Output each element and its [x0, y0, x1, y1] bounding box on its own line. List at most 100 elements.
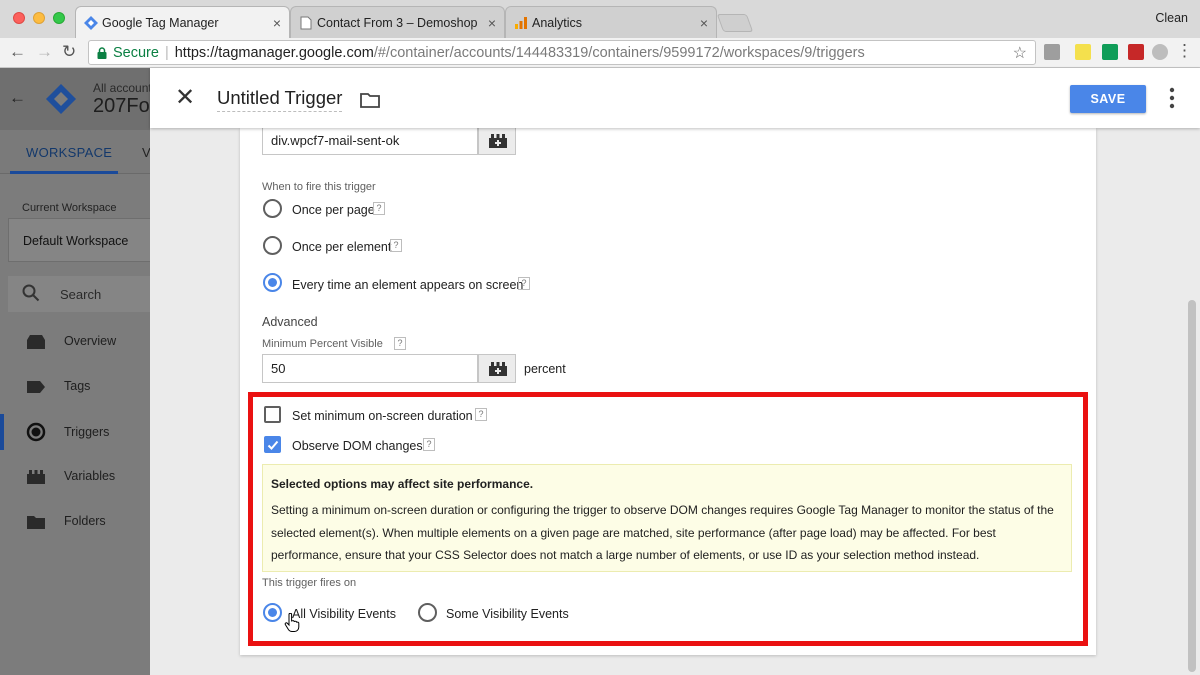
- radio-every-time-element-appears[interactable]: [263, 273, 282, 292]
- gtm-favicon: [84, 16, 98, 30]
- sidebar-item-variables[interactable]: Variables: [0, 462, 150, 492]
- window-close-button[interactable]: [13, 12, 25, 24]
- search-box[interactable]: Search: [8, 276, 158, 312]
- variable-picker-button[interactable]: [478, 126, 516, 155]
- trigger-editor-header: ✕ Untitled Trigger SAVE: [150, 68, 1200, 128]
- help-icon[interactable]: ?: [373, 202, 385, 215]
- folder-icon[interactable]: [360, 92, 380, 108]
- back-arrow-icon[interactable]: ←: [9, 42, 26, 62]
- css-selector-input[interactable]: [262, 126, 478, 155]
- warning-body: Setting a minimum on-screen duration or …: [271, 503, 1054, 562]
- sidebar-item-overview[interactable]: Overview: [0, 327, 150, 357]
- url-path: /#/container/accounts/144483319/containe…: [373, 44, 865, 61]
- extension-devtools-icon[interactable]: [1044, 44, 1060, 60]
- window-maximize-button[interactable]: [53, 12, 65, 24]
- radio-label: Once per element: [292, 240, 392, 254]
- reload-icon[interactable]: ↻: [62, 42, 76, 62]
- help-icon[interactable]: ?: [394, 337, 406, 350]
- workspace-tabs: WORKSPACE V: [0, 130, 151, 174]
- tab-close-icon[interactable]: ×: [273, 15, 281, 31]
- extension-flag-icon[interactable]: [1128, 44, 1144, 60]
- more-options-icon[interactable]: [1169, 87, 1175, 109]
- checkbox-label: Set minimum on-screen duration: [292, 409, 473, 423]
- lock-icon: [97, 46, 107, 59]
- account-name[interactable]: 207Fo: [93, 95, 150, 118]
- active-nav-indicator: [0, 414, 4, 450]
- min-percent-visible-label: Minimum Percent Visible: [262, 338, 383, 350]
- radio-all-visibility-events[interactable]: [263, 603, 282, 622]
- search-label: Search: [60, 287, 102, 302]
- trigger-name-field[interactable]: Untitled Trigger: [217, 87, 343, 112]
- tab-label: Analytics: [532, 15, 583, 30]
- url-host: https://tagmanager.google.com: [174, 44, 374, 61]
- sidebar-item-label: Overview: [64, 334, 117, 348]
- window-minimize-button[interactable]: [33, 12, 45, 24]
- radio-label: Once per page: [292, 203, 375, 217]
- all-accounts-link[interactable]: All accounts: [93, 81, 158, 95]
- help-icon[interactable]: ?: [390, 239, 402, 252]
- forward-arrow-icon[interactable]: →: [36, 42, 53, 62]
- checkbox-label: Observe DOM changes: [292, 439, 423, 453]
- radio-some-visibility-events[interactable]: [418, 603, 437, 622]
- scrollbar[interactable]: [1186, 130, 1198, 675]
- address-bar[interactable]: Secure | https://tagmanager.google.com/#…: [88, 40, 1036, 65]
- sidebar-item-triggers[interactable]: Triggers: [0, 414, 150, 450]
- extension-ghost-icon[interactable]: [1152, 44, 1168, 60]
- account-header: ← All accounts 207Fo: [0, 68, 158, 130]
- radio-once-per-page[interactable]: [263, 199, 282, 218]
- tab-contact-form[interactable]: Contact From 3 – Demoshop ×: [290, 6, 505, 38]
- radio-label: All Visibility Events: [292, 607, 396, 621]
- help-icon[interactable]: ?: [475, 408, 487, 421]
- sidebar-item-label: Tags: [64, 379, 91, 393]
- extension-tag-icon[interactable]: [1075, 44, 1091, 60]
- percent-unit-label: percent: [524, 362, 566, 376]
- advanced-section-label: Advanced: [262, 315, 318, 329]
- fire-frequency-label: When to fire this trigger: [262, 181, 376, 193]
- radio-once-per-element[interactable]: [263, 236, 282, 255]
- tab-google-tag-manager[interactable]: Google Tag Manager ×: [75, 6, 290, 38]
- browser-toolbar: ← → ↻ Secure | https://tagmanager.google…: [0, 38, 1200, 68]
- variable-picker-icon: [489, 134, 507, 148]
- url-separator: |: [164, 44, 169, 61]
- help-icon[interactable]: ?: [423, 438, 435, 451]
- sidebar-item-label: Folders: [64, 514, 106, 528]
- browser-titlebar: Google Tag Manager × Contact From 3 – De…: [0, 0, 1200, 38]
- sidebar-item-folders[interactable]: Folders: [0, 507, 150, 537]
- back-arrow-icon[interactable]: ←: [9, 88, 26, 108]
- extension-on-icon[interactable]: [1102, 44, 1118, 60]
- overview-icon: [27, 335, 45, 349]
- active-tab-indicator: [10, 171, 118, 174]
- radio-label: Every time an element appears on screen: [292, 278, 524, 292]
- sidebar-item-label: Variables: [64, 469, 116, 483]
- min-duration-checkbox[interactable]: [264, 406, 281, 423]
- current-workspace-label: Current Workspace: [22, 202, 117, 214]
- new-tab-button[interactable]: [716, 14, 754, 32]
- save-button[interactable]: SAVE: [1070, 85, 1146, 113]
- sidebar-item-label: Triggers: [64, 425, 110, 439]
- profile-name[interactable]: Clean: [1155, 11, 1188, 25]
- variable-picker-icon: [489, 362, 507, 376]
- browser-menu-icon[interactable]: ⋮: [1176, 41, 1193, 61]
- tab-close-icon[interactable]: ×: [700, 15, 708, 31]
- observe-dom-checkbox[interactable]: [264, 436, 281, 453]
- tab-label: Google Tag Manager: [102, 15, 219, 30]
- analytics-favicon: [515, 17, 527, 29]
- tab-analytics[interactable]: Analytics ×: [505, 6, 717, 38]
- gtm-logo-icon: [46, 84, 76, 114]
- min-percent-visible-input[interactable]: [262, 354, 478, 383]
- help-icon[interactable]: ?: [518, 277, 530, 290]
- sidebar-item-tags[interactable]: Tags: [0, 372, 150, 402]
- search-icon: [22, 284, 40, 302]
- performance-warning: Selected options may affect site perform…: [262, 464, 1072, 572]
- radio-label: Some Visibility Events: [446, 607, 569, 621]
- workspace-selector[interactable]: Default Workspace: [8, 218, 158, 262]
- variable-picker-button[interactable]: [478, 354, 516, 383]
- folder-icon: [27, 516, 45, 529]
- tab-workspace[interactable]: WORKSPACE: [26, 145, 112, 160]
- warning-title: Selected options may affect site perform…: [271, 477, 534, 491]
- bookmark-star-icon[interactable]: ☆: [1013, 43, 1027, 63]
- tab-close-icon[interactable]: ×: [488, 15, 496, 31]
- scrollbar-thumb[interactable]: [1188, 300, 1196, 672]
- close-icon[interactable]: ✕: [175, 83, 195, 112]
- fires-on-label: This trigger fires on: [262, 577, 357, 589]
